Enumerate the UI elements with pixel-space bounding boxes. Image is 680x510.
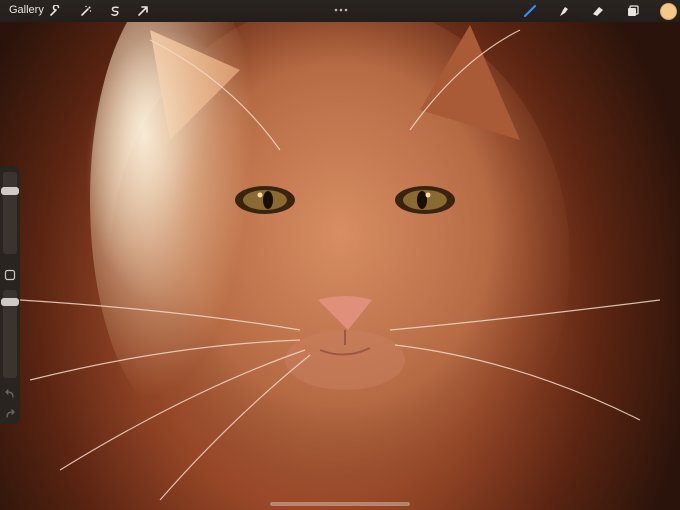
cat-artwork (19, 0, 661, 510)
opacity-thumb[interactable] (1, 298, 19, 306)
brush-icon[interactable] (522, 3, 538, 19)
eyedropper-icon[interactable] (4, 268, 16, 281)
transform-icon[interactable] (135, 3, 151, 19)
gallery-button[interactable]: Gallery (9, 4, 44, 16)
opacity-slider[interactable] (1, 290, 19, 378)
color-picker-swatch[interactable] (660, 3, 677, 20)
ellipsis-icon[interactable] (334, 2, 348, 12)
home-indicator (270, 502, 410, 506)
wrench-icon[interactable] (47, 3, 63, 19)
magic-wand-icon[interactable] (78, 3, 94, 19)
drawing-canvas[interactable] (0, 0, 680, 510)
eraser-icon[interactable] (590, 3, 606, 19)
redo-icon[interactable] (4, 406, 16, 418)
smudge-icon[interactable] (556, 3, 572, 19)
brush-size-slider[interactable] (1, 172, 19, 254)
selection-icon[interactable] (107, 3, 123, 19)
undo-icon[interactable] (4, 386, 16, 398)
procreate-app: Gallery (0, 0, 680, 510)
layers-icon[interactable] (625, 3, 641, 19)
top-toolbar: Gallery (0, 0, 680, 22)
left-sidebar (0, 166, 20, 424)
brush-size-thumb[interactable] (1, 186, 19, 195)
